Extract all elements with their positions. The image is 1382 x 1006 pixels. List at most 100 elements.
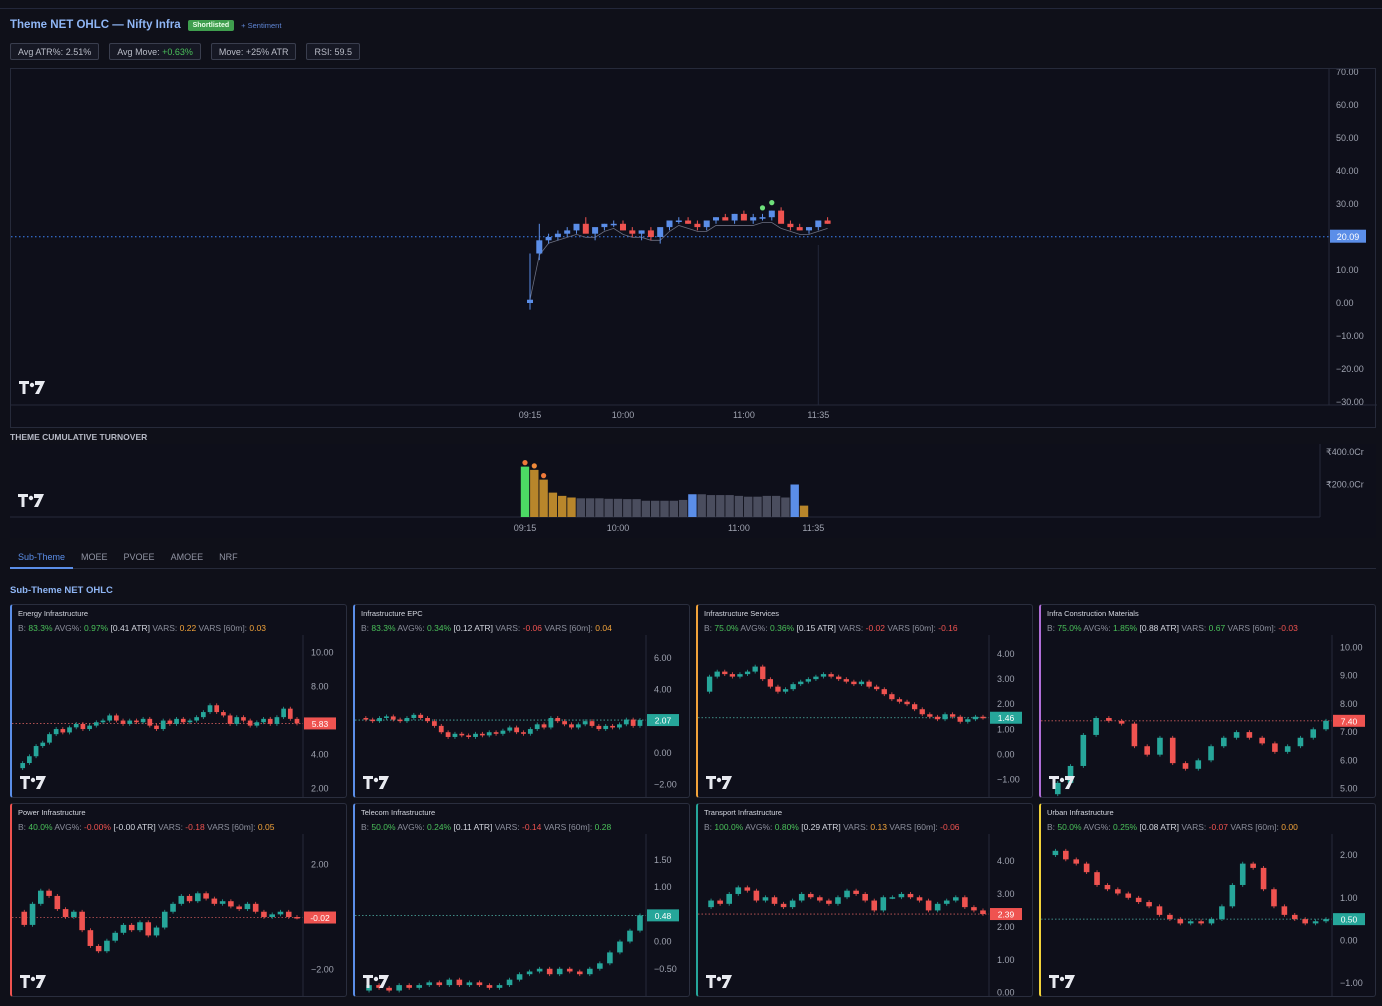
card-candle [589, 721, 595, 726]
time-tick-label: 09:15 [519, 410, 542, 420]
subtheme-chart-svg[interactable]: 6.00 4.00 0.00 −2.00 2.07 [355, 605, 690, 798]
turnover-time-label: 09:15 [514, 523, 537, 533]
card-candle [1146, 902, 1152, 907]
card-tick-label: −2.00 [311, 965, 334, 975]
card-candle [436, 982, 443, 986]
subtheme-chart-svg[interactable]: 4.00 3.00 2.00 1.00 0.00 2.39 [698, 804, 1033, 997]
turnover-svg[interactable]: ₹400.0Cr ₹200.0Cr 09:15 10:00 11:00 11:35 [10, 444, 1376, 538]
card-tick-label: 10.00 [1340, 642, 1363, 652]
price-tick-label: 50.00 [1336, 133, 1359, 143]
tv-logo-dot [1059, 976, 1065, 982]
card-candle [1291, 914, 1298, 920]
card-candle [95, 945, 102, 952]
card-candle [174, 718, 179, 724]
card-candle [244, 903, 251, 910]
card-candle [898, 893, 905, 898]
card-last-label: -0.02 [310, 913, 330, 923]
card-candle [610, 725, 615, 728]
card-candle [1157, 737, 1163, 755]
card-candle [835, 897, 841, 904]
subtheme-chart-svg[interactable]: 2.00 1.00 0.00 −1.00 0.50 [1041, 804, 1376, 997]
subtheme-chart-svg[interactable]: 10.00 8.00 4.00 2.00 5.83 [12, 605, 347, 798]
card-candle [541, 724, 547, 728]
card-candle [753, 890, 760, 901]
tv-logo-t [706, 975, 716, 988]
card-candle [154, 725, 159, 730]
card-candle [916, 897, 923, 901]
ohlc-candle [647, 230, 654, 237]
tab-pvoee[interactable]: PVOEE [116, 547, 163, 569]
card-tick-label: 2.00 [1340, 850, 1358, 860]
card-candle [805, 679, 811, 682]
tradingview-logo [363, 975, 389, 988]
tv-logo-t [18, 494, 28, 507]
card-candle [617, 724, 622, 728]
turnover-bar [688, 494, 697, 517]
last-price-label: 20.09 [1337, 232, 1360, 242]
card-candle [203, 893, 209, 899]
subtheme-card[interactable]: Infrastructure EPC B: 83.3% AVG%: 0.34% [… [353, 604, 690, 798]
card-candle [623, 719, 629, 725]
subtheme-card[interactable]: Infra Construction Materials B: 75.0% AVG… [1039, 604, 1376, 798]
card-candle [907, 893, 914, 898]
card-candle [29, 903, 36, 925]
subtheme-chart-svg[interactable]: 10.00 9.00 8.00 7.00 6.00 5.00 7.40 [1041, 605, 1376, 798]
subtheme-card[interactable]: Power Infrastructure B: 40.0% AVG%: -0.00… [10, 803, 347, 997]
card-candle [40, 742, 46, 747]
card-candle [476, 982, 483, 986]
turnover-time-label: 11:35 [802, 523, 824, 533]
turnover-bar [781, 497, 790, 517]
ohlc-candle [573, 223, 580, 231]
tab-nrf[interactable]: NRF [211, 547, 246, 569]
turnover-bar [558, 495, 567, 517]
card-candle [587, 968, 593, 975]
card-candle [120, 720, 126, 724]
theme-ohlc-svg[interactable]: 70.0060.0050.0040.0030.0020.0010.000.00−… [11, 67, 1377, 429]
turnover-time-label: 11:00 [728, 523, 750, 533]
tv-logo-t [363, 776, 373, 789]
card-candle [466, 735, 472, 737]
turnover-bar [604, 498, 613, 517]
card-candle [919, 709, 925, 715]
card-candle [1169, 737, 1176, 764]
tab-sub-theme[interactable]: Sub-Theme [10, 547, 74, 569]
ohlc-candle [545, 237, 552, 241]
subtheme-card[interactable]: Telecom Infrastructure B: 50.0% AVG%: 0.2… [353, 803, 690, 997]
card-candle [62, 909, 69, 917]
move-atr-stat: Move: +25% ATR [210, 43, 297, 60]
tab-amoee[interactable]: AMOEE [163, 547, 212, 569]
subtheme-chart-svg[interactable]: 1.501.000.500.00−0.500.48 [355, 804, 690, 997]
card-candle [241, 717, 246, 721]
card-candle [1187, 921, 1194, 924]
turnover-bar [771, 495, 781, 517]
card-candle [949, 714, 956, 717]
card-candle [767, 679, 774, 687]
turnover-bar [706, 495, 716, 517]
ohlc-candle [759, 217, 766, 219]
turnover-chart[interactable]: ₹400.0Cr ₹200.0Cr 09:15 10:00 11:00 11:35 [10, 444, 1376, 538]
ohlc-candle [787, 223, 794, 228]
card-candle [287, 708, 293, 719]
card-candle [516, 974, 523, 980]
card-candle [73, 723, 79, 728]
card-candle [934, 903, 941, 911]
tab-moee[interactable]: MOEE [73, 547, 116, 569]
subtheme-chart-svg[interactable]: 2.00 −2.00 -0.02 [12, 804, 347, 997]
theme-ohlc-chart[interactable]: 70.0060.0050.0040.0030.0020.0010.000.00−… [10, 67, 1377, 429]
card-candle [396, 985, 402, 991]
subtheme-card[interactable]: Urban Infrastructure B: 50.0% AVG%: 0.25%… [1039, 803, 1376, 997]
card-tick-label: −1.00 [997, 774, 1020, 784]
subtheme-chart-svg[interactable]: 4.00 3.00 2.00 1.00 0.00 −1.00 1.46 [698, 605, 1033, 798]
subtheme-card[interactable]: Infrastructure Services B: 75.0% AVG%: 0.… [696, 604, 1033, 798]
subtheme-card[interactable]: Energy Infrastructure B: 83.3% AVG%: 0.97… [10, 604, 347, 798]
subtheme-card[interactable]: Transport Infrastructure B: 100.0% AVG%: … [696, 803, 1033, 997]
card-tick-label: 2.00 [997, 922, 1015, 932]
card-candle [972, 716, 979, 720]
sentiment-link[interactable]: + Sentiment [241, 21, 281, 30]
card-candle [1239, 863, 1246, 885]
card-tick-label: 1.50 [654, 855, 672, 865]
card-tick-label: 6.00 [1340, 755, 1358, 765]
card-tick-label: 4.00 [997, 649, 1015, 659]
shortlisted-badge[interactable]: Shortlisted [187, 19, 235, 31]
card-candle [1260, 867, 1267, 890]
